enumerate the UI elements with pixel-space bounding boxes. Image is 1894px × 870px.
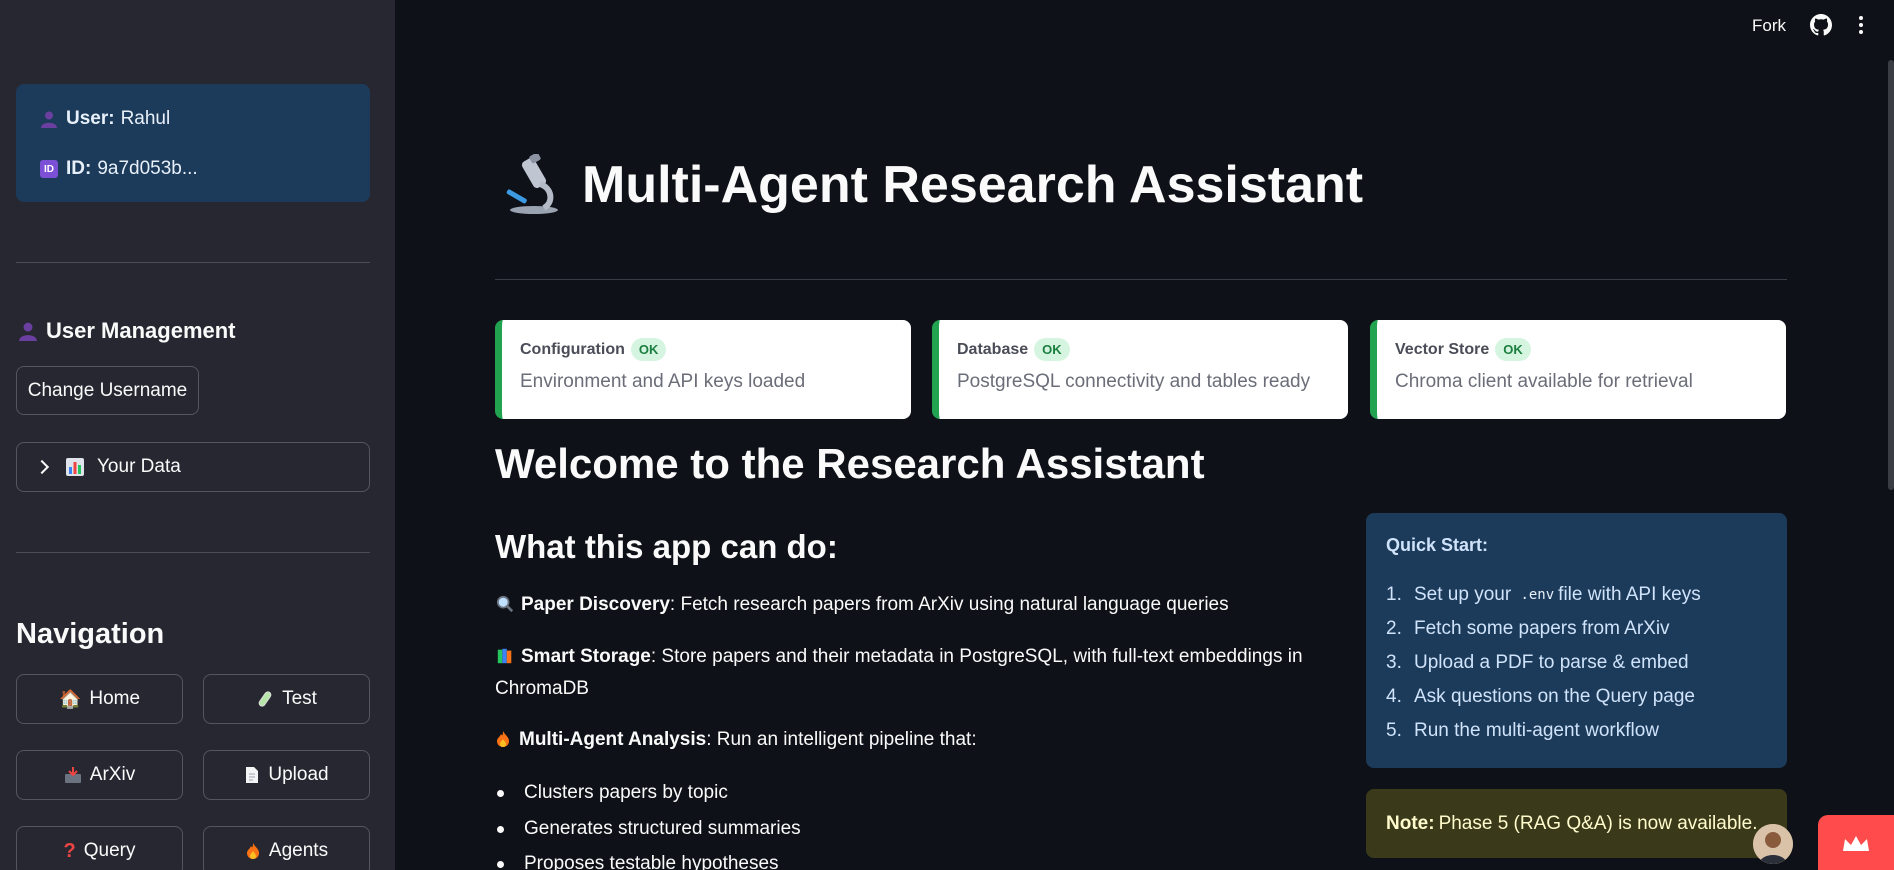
quick-start-title: Quick Start: xyxy=(1386,535,1489,555)
list-item: 1. Set up your .env file with API keys xyxy=(1386,584,1701,605)
nav-query-button[interactable]: ? Query xyxy=(16,826,183,870)
divider xyxy=(16,552,370,553)
note-box: Note: Phase 5 (RAG Q&A) is now available… xyxy=(1366,789,1787,858)
page-title: Multi-Agent Research Assistant xyxy=(500,150,1363,220)
fire-icon xyxy=(246,843,259,859)
id-value: 9a7d053b... xyxy=(97,158,198,179)
list-item: 5. Run the multi-agent workflow xyxy=(1386,720,1659,741)
user-name: Rahul xyxy=(120,108,171,129)
fork-link[interactable]: Fork xyxy=(1752,16,1786,36)
quick-start-box: Quick Start: 1. Set up your .env file with… xyxy=(1366,513,1787,768)
status-card-description: PostgreSQL connectivity and tables ready xyxy=(957,371,1311,392)
status-card-database: Database OK PostgreSQL connectivity and t… xyxy=(932,320,1348,419)
status-card-configuration: Configuration OK Environment and API keys… xyxy=(495,320,911,419)
status-card-description: Environment and API keys loaded xyxy=(520,371,806,392)
fire-icon xyxy=(497,731,509,747)
avatar[interactable] xyxy=(1753,824,1793,864)
note-text: Phase 5 (RAG Q&A) is now available. xyxy=(1438,812,1758,834)
status-card-name: Database xyxy=(957,340,1029,358)
feature-multi-agent: Multi-Agent Analysis: Run an intelligent… xyxy=(495,724,1325,756)
features-heading: What this app can do: xyxy=(495,528,838,565)
your-data-label: Your Data xyxy=(97,456,181,477)
status-badge: OK xyxy=(1034,338,1070,361)
user-label: User: xyxy=(66,108,115,129)
id-line: ID ID: 9a7d053b... xyxy=(38,156,348,182)
navigation-title: Navigation xyxy=(16,618,165,650)
microscope-icon xyxy=(506,154,558,214)
user-info-box: User: Rahul ID ID: 9a7d053b... xyxy=(16,84,370,202)
id-icon: ID xyxy=(38,160,60,178)
books-icon xyxy=(497,648,512,664)
feature-smart-storage: Smart Storage: Store papers and their me… xyxy=(495,646,1303,699)
list-item: 3. Upload a PDF to parse & embed xyxy=(1386,652,1689,673)
magnifier-icon xyxy=(496,595,514,613)
nav-home-button[interactable]: 🏠 Home xyxy=(16,674,183,724)
house-icon: 🏠 xyxy=(58,688,82,710)
status-badge: OK xyxy=(630,338,667,361)
change-username-button[interactable]: Change Username xyxy=(16,366,199,415)
user-line: User: Rahul xyxy=(38,106,348,132)
list-item: Clusters papers by topic xyxy=(497,782,728,804)
test-tube-icon xyxy=(258,691,272,707)
list-item: 4. Ask questions on the Query page xyxy=(1386,686,1695,707)
status-badge: OK xyxy=(1495,338,1531,361)
note-label: Note: xyxy=(1386,812,1435,834)
user-management-title: User Management xyxy=(18,318,236,344)
list-item: 2. Fetch some papers from ArXiv xyxy=(1386,618,1670,639)
inbox-tray-icon xyxy=(64,767,81,783)
sidebar: User: Rahul ID ID: 9a7d053b... User Mana… xyxy=(0,0,395,870)
nav-arxiv-button[interactable]: ArXiv xyxy=(16,750,183,800)
crown-icon xyxy=(1843,835,1869,851)
nav-upload-button[interactable]: Upload xyxy=(203,750,370,800)
page-icon xyxy=(246,767,259,783)
status-card-vector-store: Vector Store OK Chroma client available f… xyxy=(1370,320,1786,419)
status-card-name: Configuration xyxy=(520,340,625,358)
nav-agents-button[interactable]: Agents xyxy=(203,826,370,870)
streamlit-badge[interactable] xyxy=(1818,815,1894,870)
welcome-heading: Welcome to the Research Assistant xyxy=(495,440,1205,487)
status-card-name: Vector Store xyxy=(1395,340,1490,358)
person-icon xyxy=(38,110,60,128)
chevron-right-icon xyxy=(34,459,50,475)
main-menu-icon[interactable] xyxy=(1858,16,1864,34)
divider xyxy=(16,262,370,263)
bar-chart-icon xyxy=(66,458,84,476)
scrollbar[interactable] xyxy=(1888,60,1894,490)
status-card-description: Chroma client available for retrieval xyxy=(1395,371,1693,392)
your-data-expander[interactable]: Your Data xyxy=(16,442,370,492)
divider xyxy=(495,279,1787,280)
nav-test-button[interactable]: Test xyxy=(203,674,370,724)
list-item: Generates structured summaries xyxy=(497,818,801,840)
list-item: Proposes testable hypotheses xyxy=(497,853,779,870)
feature-paper-discovery: Paper Discovery: Fetch research papers f… xyxy=(495,589,1325,621)
github-icon[interactable] xyxy=(1810,14,1832,36)
person-icon xyxy=(19,322,37,341)
question-icon: ? xyxy=(63,839,76,862)
quick-start-steps: 1. Set up your .env file with API keys 2. F… xyxy=(1386,578,1767,748)
id-label: ID: xyxy=(66,158,92,179)
